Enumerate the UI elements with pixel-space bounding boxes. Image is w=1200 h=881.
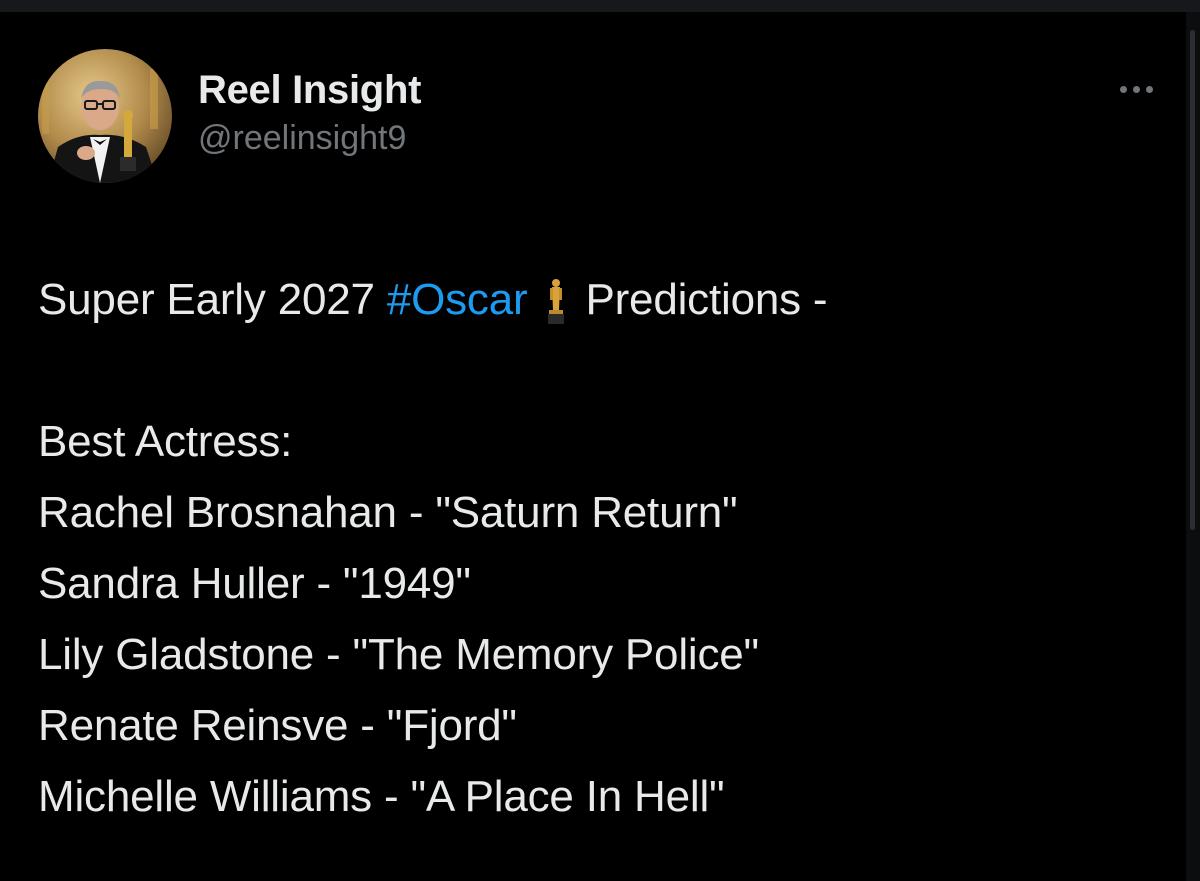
avatar[interactable] — [38, 49, 172, 183]
top-bar — [0, 0, 1200, 12]
tweet: Reel Insight @reelinsight9 Super Early 2… — [0, 12, 1186, 881]
profile-photo-icon — [38, 49, 172, 183]
oscar-trophy-emoji-icon — [545, 274, 567, 345]
intro-text-end: Predictions - — [585, 275, 828, 324]
nominee-line: Michelle Williams - "A Place In Hell" — [38, 772, 725, 821]
scrollbar[interactable] — [1186, 12, 1200, 881]
nominee-line: Lily Gladstone - "The Memory Police" — [38, 630, 759, 679]
intro-text: Super Early 2027 — [38, 275, 375, 324]
nominee-line: Sandra Huller - "1949" — [38, 559, 471, 608]
more-options-button[interactable] — [1108, 74, 1164, 104]
category-heading: Best Actress: — [38, 417, 293, 466]
nominee-line: Renate Reinsve - "Fjord" — [38, 701, 517, 750]
author-block: Reel Insight @reelinsight9 — [198, 66, 421, 158]
scrollbar-thumb[interactable] — [1190, 30, 1195, 530]
nominee-line: Rachel Brosnahan - "Saturn Return" — [38, 488, 738, 537]
ellipsis-icon — [1117, 85, 1156, 93]
hashtag-link[interactable]: #Oscar — [387, 275, 528, 324]
display-name[interactable]: Reel Insight — [198, 66, 421, 114]
user-handle[interactable]: @reelinsight9 — [198, 118, 421, 158]
tweet-intro-line: Super Early 2027 #Oscar Predictions - — [38, 264, 1158, 335]
tweet-text: Super Early 2027 #Oscar Predictions - Be… — [38, 264, 1158, 832]
